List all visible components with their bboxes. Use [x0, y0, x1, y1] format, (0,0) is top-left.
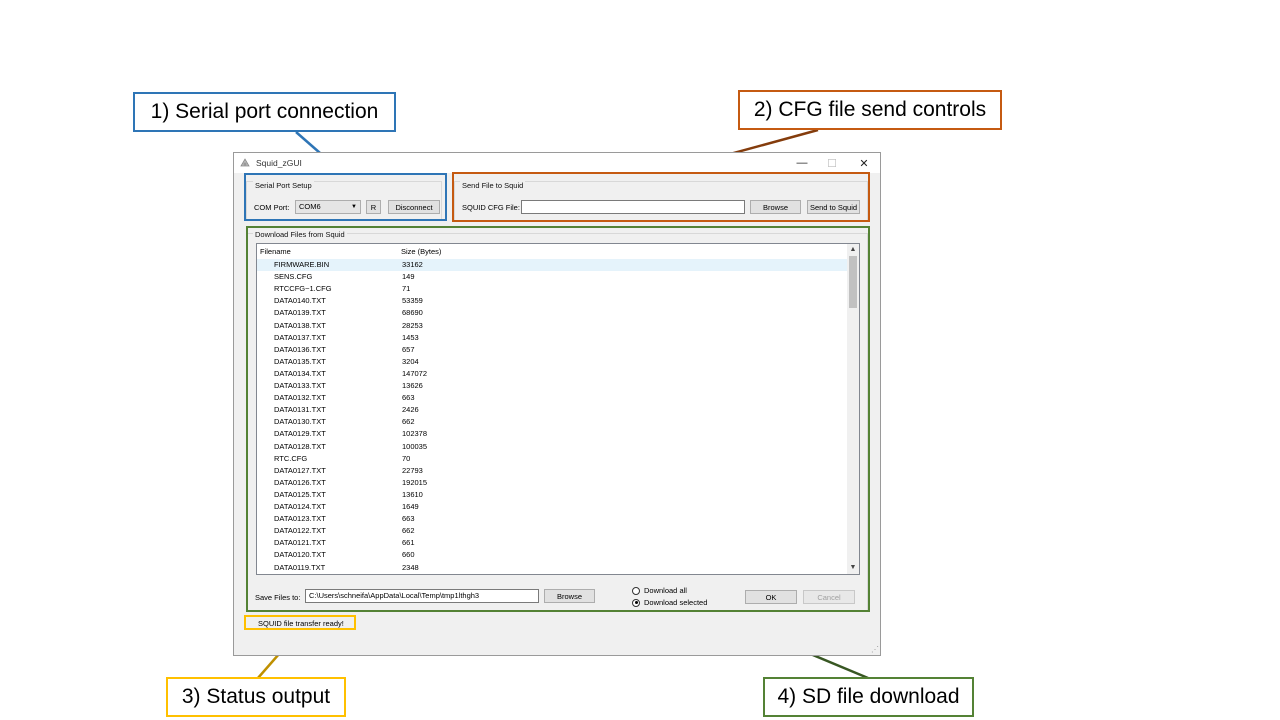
close-button[interactable]: ✕: [852, 155, 876, 171]
app-icon: [240, 158, 250, 167]
serial-highlight-box: [244, 173, 447, 221]
resize-grip-icon[interactable]: ⋰: [871, 645, 879, 654]
callout-serial-port: 1) Serial port connection: [133, 92, 396, 132]
cfg-highlight-box: [452, 172, 870, 222]
maximize-button[interactable]: ☐: [820, 155, 844, 171]
sd-highlight-box: [246, 226, 870, 612]
minimize-button[interactable]: —: [790, 155, 814, 171]
callout-sd-download: 4) SD file download: [763, 677, 974, 717]
status-highlight-box: [244, 615, 356, 630]
title-bar: Squid_zGUI — ☐ ✕: [234, 153, 880, 173]
window-title: Squid_zGUI: [256, 158, 302, 168]
callout-status-output: 3) Status output: [166, 677, 346, 717]
callout-cfg-send: 2) CFG file send controls: [738, 90, 1002, 130]
